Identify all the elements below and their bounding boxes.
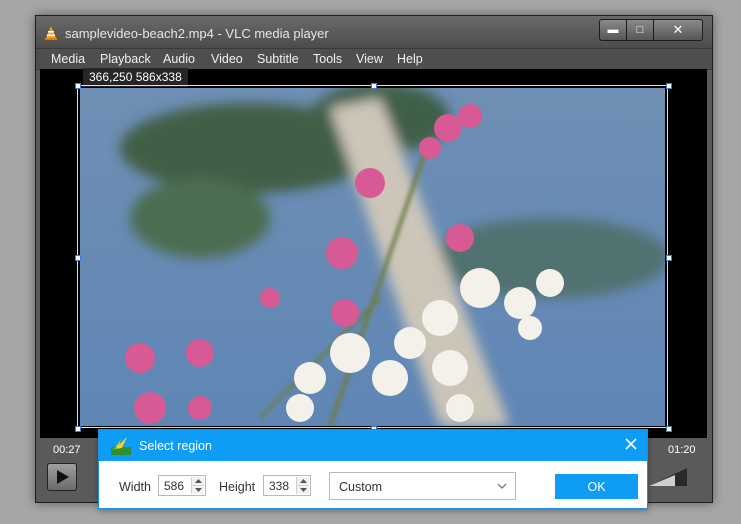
selection-rectangle[interactable] — [77, 85, 668, 428]
menu-view[interactable]: View — [356, 52, 383, 66]
volume-icon[interactable] — [647, 466, 689, 488]
vlc-cone-icon — [45, 26, 57, 40]
total-duration: 01:20 — [668, 444, 696, 456]
menu-bar: Media Playback Audio Video Subtitle Tool… — [36, 48, 712, 70]
menu-tools[interactable]: Tools — [313, 52, 342, 66]
resize-handle-left[interactable] — [75, 255, 81, 261]
menu-media[interactable]: Media — [51, 52, 85, 66]
resize-handle-right[interactable] — [666, 255, 672, 261]
spin-down-icon[interactable] — [192, 486, 204, 494]
region-capture-icon — [111, 437, 131, 455]
width-label: Width — [119, 480, 151, 494]
preset-select[interactable]: Custom — [329, 472, 516, 500]
height-value: 338 — [269, 479, 290, 493]
resize-handle-top[interactable] — [371, 83, 377, 89]
dialog-title: Select region — [139, 439, 212, 453]
spin-down-icon[interactable] — [297, 486, 309, 494]
menu-playback[interactable]: Playback — [100, 52, 151, 66]
title-bar[interactable]: samplevideo-beach2.mp4 - VLC media playe… — [36, 16, 712, 48]
width-value: 586 — [164, 479, 185, 493]
spin-up-icon[interactable] — [192, 477, 204, 486]
play-icon — [57, 470, 69, 484]
height-label: Height — [219, 480, 256, 494]
window-title: samplevideo-beach2.mp4 - VLC media playe… — [65, 26, 329, 41]
menu-video[interactable]: Video — [211, 52, 243, 66]
menu-subtitle[interactable]: Subtitle — [257, 52, 299, 66]
minimize-button[interactable]: ▬ — [599, 19, 627, 41]
elapsed-time: 00:27 — [53, 444, 81, 456]
dialog-header[interactable]: Select region — [99, 430, 647, 461]
menu-audio[interactable]: Audio — [163, 52, 195, 66]
resize-handle-top-right[interactable] — [666, 83, 672, 89]
close-button[interactable]: ✕ — [653, 19, 703, 41]
height-stepper[interactable]: 338 — [263, 475, 311, 496]
play-button[interactable] — [47, 463, 77, 491]
dialog-close-icon[interactable] — [623, 436, 639, 452]
resize-handle-bottom-left[interactable] — [75, 426, 81, 432]
menu-help[interactable]: Help — [397, 52, 423, 66]
select-region-dialog: Select region Width 586 Height 338 Custo… — [98, 429, 648, 509]
minimize-icon: ▬ — [607, 24, 619, 36]
maximize-button[interactable]: □ — [626, 19, 654, 41]
spin-up-icon[interactable] — [297, 477, 309, 486]
ok-button[interactable]: OK — [555, 474, 638, 499]
width-spin-arrows — [191, 477, 204, 494]
width-stepper[interactable]: 586 — [158, 475, 206, 496]
height-spin-arrows — [296, 477, 309, 494]
preset-value: Custom — [339, 480, 383, 494]
resize-handle-top-left[interactable] — [75, 83, 81, 89]
chevron-down-icon — [497, 483, 507, 489]
resize-handle-bottom-right[interactable] — [666, 426, 672, 432]
close-icon: ✕ — [672, 22, 684, 37]
maximize-icon: □ — [636, 24, 644, 36]
